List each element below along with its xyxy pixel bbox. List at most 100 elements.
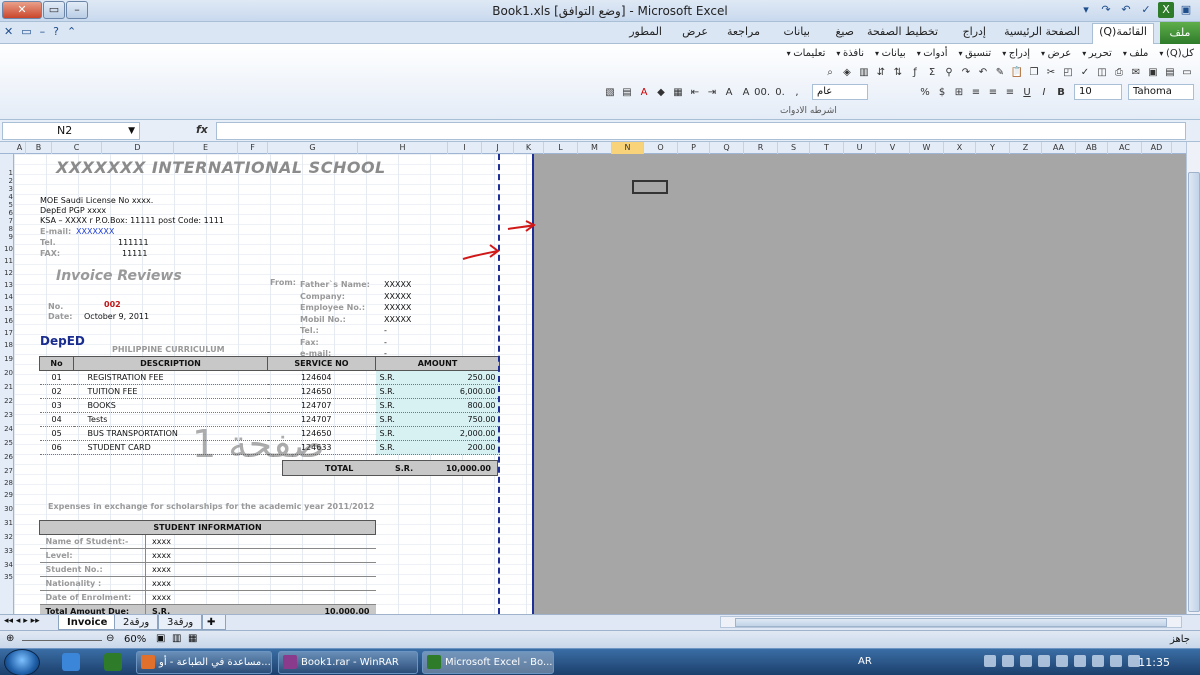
- table-row[interactable]: Level: xxxx: [39, 548, 376, 563]
- row-header-14[interactable]: 14: [0, 293, 14, 301]
- bold-icon[interactable]: B: [1054, 86, 1068, 100]
- menu-data[interactable]: بيانات: [875, 48, 906, 59]
- row-header-18[interactable]: 18: [0, 341, 14, 349]
- row-header-25[interactable]: 25: [0, 439, 14, 447]
- column-header-p[interactable]: P: [678, 142, 710, 154]
- row-header-7[interactable]: 7: [0, 217, 14, 225]
- tab-view[interactable]: عرض: [682, 25, 708, 38]
- excel-pinned-icon[interactable]: [104, 653, 122, 671]
- column-header-ad[interactable]: AD: [1142, 142, 1172, 154]
- row-header-12[interactable]: 12: [0, 269, 14, 277]
- help-icon[interactable]: ?: [53, 25, 59, 38]
- row-header-30[interactable]: 30: [0, 505, 14, 513]
- clock[interactable]: 11:35: [1138, 656, 1170, 669]
- tab-formulas[interactable]: صيغ: [835, 25, 854, 38]
- horizontal-scrollbar[interactable]: [720, 616, 1182, 628]
- zoom-level[interactable]: 60%: [124, 634, 146, 645]
- menu-all[interactable]: كل(Q): [1159, 48, 1194, 59]
- fx-icon[interactable]: fx: [196, 123, 208, 136]
- row-header-6[interactable]: 6: [0, 209, 14, 217]
- column-header-v[interactable]: V: [876, 142, 910, 154]
- row-header-24[interactable]: 24: [0, 425, 14, 433]
- close-icon[interactable]: ✕: [2, 1, 42, 19]
- row-header-27[interactable]: 27: [0, 467, 14, 475]
- sheet-tab-invoice[interactable]: Invoice: [58, 615, 117, 630]
- print-icon[interactable]: ⎙: [1112, 66, 1126, 80]
- new-icon[interactable]: ▭: [1180, 66, 1194, 80]
- column-header-b[interactable]: B: [26, 142, 52, 154]
- chevron-down-icon[interactable]: ▼: [128, 123, 135, 139]
- vertical-scroll-thumb[interactable]: [1188, 172, 1200, 612]
- column-header-f[interactable]: F: [238, 142, 268, 154]
- maximize-icon[interactable]: ▭: [43, 1, 65, 19]
- tab-menu[interactable]: (Q)القائمة: [1092, 23, 1154, 44]
- menu-format[interactable]: تنسيق: [959, 48, 991, 59]
- paste-icon[interactable]: 📋: [1010, 66, 1024, 80]
- sheet-tab-2[interactable]: ورقة2: [114, 615, 159, 630]
- zoom-icon[interactable]: ⌕: [823, 66, 837, 80]
- copy-icon[interactable]: ❐: [1027, 66, 1041, 80]
- menu-view[interactable]: عرض: [1041, 48, 1072, 59]
- font-name-select[interactable]: Tahoma: [1128, 84, 1194, 100]
- column-header-z[interactable]: Z: [1010, 142, 1042, 154]
- column-header-a[interactable]: A: [14, 142, 26, 154]
- row-header-16[interactable]: 16: [0, 317, 14, 325]
- page-break-view-icon[interactable]: ▥: [172, 633, 181, 644]
- column-header-e[interactable]: E: [174, 142, 238, 154]
- print-preview-icon[interactable]: ◫: [1095, 66, 1109, 80]
- tab-page-layout[interactable]: تخطيط الصفحة: [867, 25, 938, 38]
- grow-font-icon[interactable]: A: [739, 86, 753, 100]
- fill-color-icon[interactable]: ◆: [654, 86, 668, 100]
- borders-icon[interactable]: ▦: [671, 86, 685, 100]
- research-icon[interactable]: ◰: [1061, 66, 1075, 80]
- align-right-icon[interactable]: ≡: [1003, 86, 1017, 100]
- row-header-13[interactable]: 13: [0, 281, 14, 289]
- spelling-icon[interactable]: ✓: [1078, 66, 1092, 80]
- taskbar-item-excel[interactable]: Microsoft Excel - Bo...: [422, 651, 554, 674]
- row-header-34[interactable]: 34: [0, 561, 14, 569]
- start-button[interactable]: [4, 649, 40, 675]
- taskbar-item-winrar[interactable]: Book1.rar - WinRAR: [278, 651, 418, 674]
- minimize-icon[interactable]: –: [66, 1, 88, 19]
- row-header-28[interactable]: 28: [0, 479, 14, 487]
- column-header-l[interactable]: L: [544, 142, 578, 154]
- column-header-i[interactable]: I: [448, 142, 482, 154]
- table-row[interactable]: 02 TUITION FEE 124650 S.R. 6,000.00: [39, 384, 500, 399]
- tray-icon-4[interactable]: [1038, 655, 1050, 667]
- row-header-9[interactable]: 9: [0, 233, 14, 241]
- zoom-out-icon[interactable]: ⊖: [106, 633, 114, 644]
- menu-tools[interactable]: أدوات: [917, 48, 947, 59]
- row-header-29[interactable]: 29: [0, 491, 14, 499]
- mail-icon[interactable]: ✉: [1129, 66, 1143, 80]
- row-header-23[interactable]: 23: [0, 411, 14, 419]
- column-header-y[interactable]: Y: [976, 142, 1010, 154]
- menu-insert[interactable]: إدراج: [1002, 48, 1030, 59]
- font-color-icon[interactable]: A: [637, 86, 651, 100]
- chart-icon[interactable]: ▥: [857, 66, 871, 80]
- row-header-35[interactable]: 35: [0, 573, 14, 581]
- underline-icon[interactable]: U: [1020, 86, 1034, 100]
- indent-icon[interactable]: ⇥: [705, 86, 719, 100]
- row-header-2[interactable]: 2: [0, 177, 14, 185]
- new-sheet-icon[interactable]: ✚: [202, 615, 226, 630]
- tab-developer[interactable]: المطور: [629, 25, 662, 38]
- column-header-k[interactable]: K: [514, 142, 544, 154]
- row-header-10[interactable]: 10: [0, 245, 14, 253]
- save-file-icon[interactable]: ▣: [1146, 66, 1160, 80]
- table-row[interactable]: Date of Enrolment: xxxx: [39, 590, 376, 605]
- column-header-w[interactable]: W: [910, 142, 944, 154]
- comma-icon[interactable]: ,: [790, 86, 804, 100]
- selected-cell[interactable]: [632, 180, 668, 194]
- sort-asc-icon[interactable]: ⇅: [891, 66, 905, 80]
- column-header-q[interactable]: Q: [710, 142, 744, 154]
- tab-file[interactable]: ملف: [1160, 22, 1200, 44]
- language-indicator[interactable]: AR: [858, 656, 872, 667]
- autosum-icon[interactable]: Σ: [925, 66, 939, 80]
- table-row[interactable]: Nationality : xxxx: [39, 576, 376, 591]
- save-icon[interactable]: ▣: [1178, 2, 1194, 18]
- column-header-n[interactable]: N: [612, 142, 644, 154]
- row-header-5[interactable]: 5: [0, 201, 14, 209]
- zoom-slider[interactable]: [22, 633, 102, 641]
- table-row[interactable]: Student No.: xxxx: [39, 562, 376, 577]
- network-icon[interactable]: [1074, 655, 1086, 667]
